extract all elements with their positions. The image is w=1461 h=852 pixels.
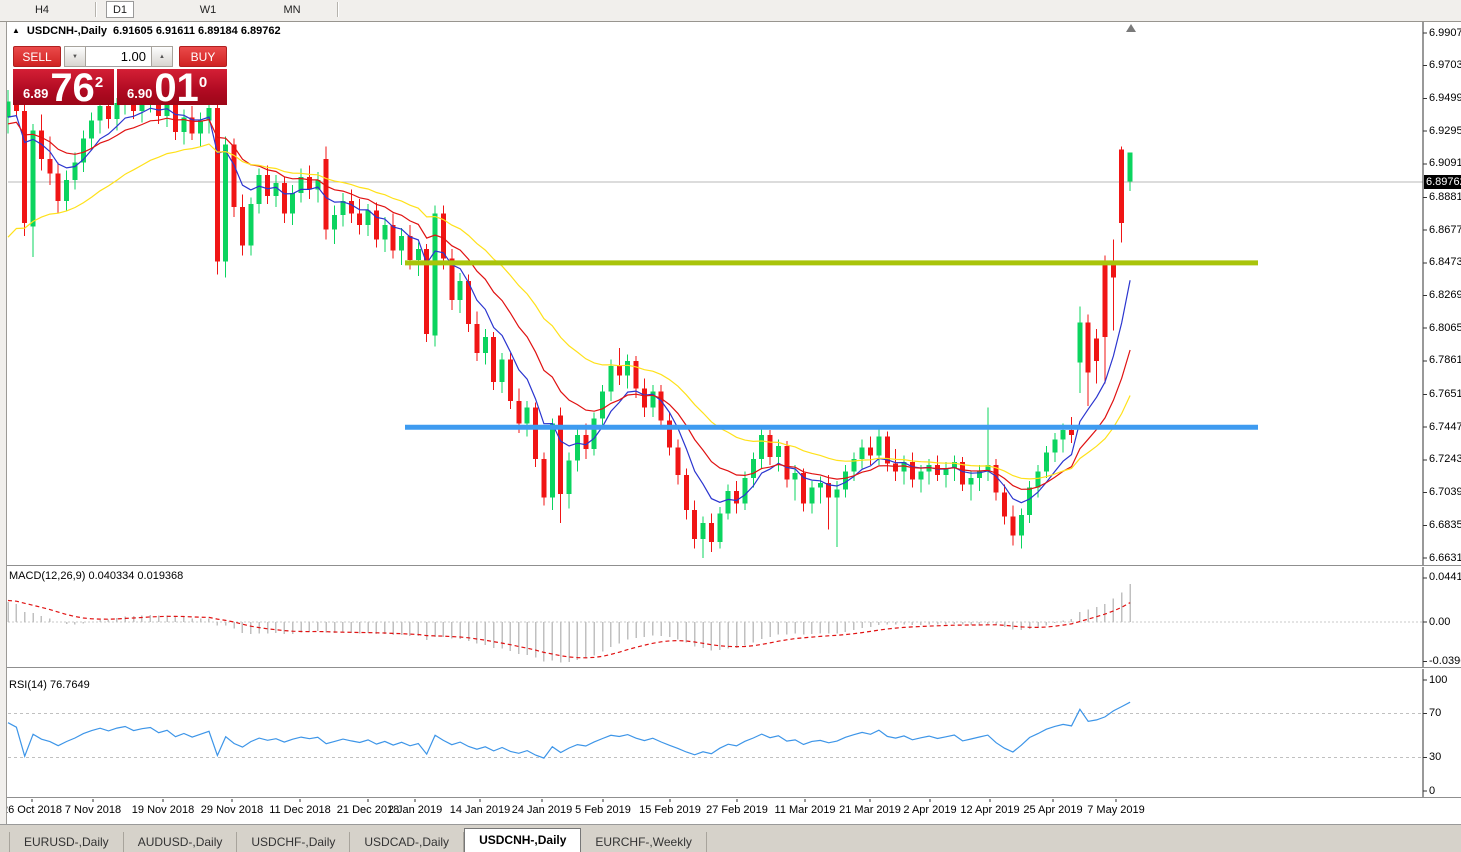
timeframe-button-w1[interactable]: W1 [194, 1, 222, 18]
toolbar-separator [95, 2, 96, 17]
date-axis-label: 21 Mar 2019 [839, 804, 901, 816]
chart-tab-audusd[interactable]: AUDUSD-,Daily [124, 832, 238, 852]
sell-price-pip: 2 [95, 74, 103, 91]
date-axis-label: 12 Apr 2019 [960, 804, 1019, 816]
rsi-axis-label: 30 [1429, 751, 1441, 764]
chart-shift-marker[interactable] [1126, 24, 1136, 32]
macd-axis-label: 0.00 [1429, 616, 1450, 629]
date-axis-label: 25 Apr 2019 [1023, 804, 1082, 816]
volume-increase-button[interactable]: ▲ [151, 46, 173, 67]
macd-indicator-label: MACD(12,26,9) 0.040334 0.019368 [9, 570, 183, 582]
buy-price-main: 01 [154, 71, 199, 105]
price-axis-label: 6.86770 [1429, 224, 1461, 237]
buy-price-pip: 0 [199, 74, 207, 91]
price-axis-label: 6.97030 [1429, 59, 1461, 72]
volume-decrease-button[interactable]: ▼ [64, 46, 86, 67]
price-axis-label: 6.78610 [1429, 354, 1461, 367]
price-axis-label: 6.66310 [1429, 552, 1461, 565]
date-axis-label: 11 Dec 2018 [269, 804, 331, 816]
time-scale[interactable]: 26 Oct 20187 Nov 2018 19 Nov 2018 29 Nov 2… [0, 800, 1461, 824]
sell-price-box[interactable]: 6.89762 [13, 69, 114, 105]
buy-price-box[interactable]: 6.90010 [117, 69, 227, 105]
chart-tab-eurusd[interactable]: EURUSD-,Daily [10, 832, 124, 852]
rsi-axis-label: 0 [1429, 785, 1435, 798]
chart-canvas[interactable] [0, 0, 1461, 851]
price-scale[interactable]: 6.89762 6.99070 6.97030 6.94990 6.92950 6.90… [1424, 0, 1461, 824]
tab-bar-spacer [0, 832, 10, 852]
date-axis-label: 7 Nov 2018 [65, 804, 121, 816]
price-axis-label: 6.94990 [1429, 92, 1461, 105]
price-axis-label: 6.72430 [1429, 453, 1461, 466]
timeframe-button-h4[interactable]: H4 [28, 1, 56, 18]
sell-price-prefix: 6.89 [23, 86, 48, 101]
volume-stepper: ▼ ▲ [64, 46, 173, 67]
ohlc-values: 6.91605 6.91611 6.89184 6.89762 [113, 25, 281, 37]
triangle-up-icon: ▲ [159, 54, 165, 60]
chart-title: ▲ USDCNH-,Daily 6.91605 6.91611 6.89184 6.… [12, 25, 281, 37]
volume-input[interactable] [86, 46, 151, 67]
price-axis-label: 6.76510 [1429, 388, 1461, 401]
price-axis-label: 6.84730 [1429, 256, 1461, 269]
date-axis-label: 26 Oct 2018 [2, 804, 62, 816]
trade-buttons-row: SELL ▼ ▲ BUY [13, 46, 227, 67]
rsi-indicator-label: RSI(14) 76.7649 [9, 679, 90, 691]
buy-price-prefix: 6.90 [127, 86, 152, 101]
price-axis-label: 6.74470 [1429, 421, 1461, 434]
sell-button[interactable]: SELL [13, 46, 61, 67]
collapse-panel-icon[interactable]: ▲ [12, 26, 20, 35]
date-axis-label: 11 Mar 2019 [775, 804, 836, 816]
price-axis-label: 6.68350 [1429, 519, 1461, 532]
chart-tab-usdcnh[interactable]: USDCNH-,Daily [464, 828, 581, 852]
chart-tab-eurchf[interactable]: EURCHF-,Weekly [581, 832, 706, 852]
rsi-axis-label: 70 [1429, 707, 1441, 720]
date-axis-label: 27 Feb 2019 [706, 804, 768, 816]
date-axis-label: 15 Feb 2019 [639, 804, 701, 816]
symbol-period-label: USDCNH-,Daily [27, 25, 107, 37]
price-axis-label: 6.70390 [1429, 486, 1461, 499]
date-axis-label: 2 Apr 2019 [903, 804, 956, 816]
macd-axis-label: 0.044143 [1429, 571, 1461, 584]
price-axis-label: 6.82690 [1429, 289, 1461, 302]
date-axis-label: 29 Nov 2018 [201, 804, 263, 816]
date-axis-label: 5 Feb 2019 [575, 804, 631, 816]
price-axis-label: 6.90910 [1429, 157, 1461, 170]
chart-tab-usdcad[interactable]: USDCAD-,Daily [350, 832, 464, 852]
date-axis-label: 14 Jan 2019 [450, 804, 511, 816]
chart-tab-usdchf[interactable]: USDCHF-,Daily [237, 832, 350, 852]
price-axis-label: 6.92950 [1429, 125, 1461, 138]
rsi-axis-label: 100 [1429, 674, 1447, 687]
window-left-edge [0, 21, 7, 824]
date-axis-label: 19 Nov 2018 [132, 804, 194, 816]
pane-separator[interactable] [0, 565, 1461, 567]
date-axis-label: 24 Jan 2019 [512, 804, 573, 816]
buy-button[interactable]: BUY [179, 46, 227, 67]
triangle-down-icon: ▼ [72, 54, 78, 60]
one-click-trading-panel: SELL ▼ ▲ BUY 6.89762 6.90010 [13, 46, 227, 105]
quote-boxes-row: 6.89762 6.90010 [13, 69, 227, 105]
sell-price-main: 76 [50, 71, 95, 105]
chart-tab-bar: EURUSD-,DailyAUDUSD-,DailyUSDCHF-,DailyU… [0, 824, 1461, 852]
timeframe-toolbar: H4 D1 W1 MN [0, 0, 1461, 22]
price-axis-label: 6.99070 [1429, 27, 1461, 40]
date-axis-label: 7 May 2019 [1087, 804, 1144, 816]
pane-separator[interactable] [0, 667, 1461, 669]
timeframe-button-d1[interactable]: D1 [106, 1, 134, 18]
pane-separator [0, 797, 1461, 799]
date-axis-label: 2 Jan 2019 [388, 804, 442, 816]
price-axis-label: 6.88810 [1429, 191, 1461, 204]
price-axis-label: 6.80650 [1429, 322, 1461, 335]
timeframe-button-mn[interactable]: MN [278, 1, 306, 18]
toolbar-separator [337, 2, 338, 17]
current-price-label: 6.89762 [1424, 175, 1461, 189]
